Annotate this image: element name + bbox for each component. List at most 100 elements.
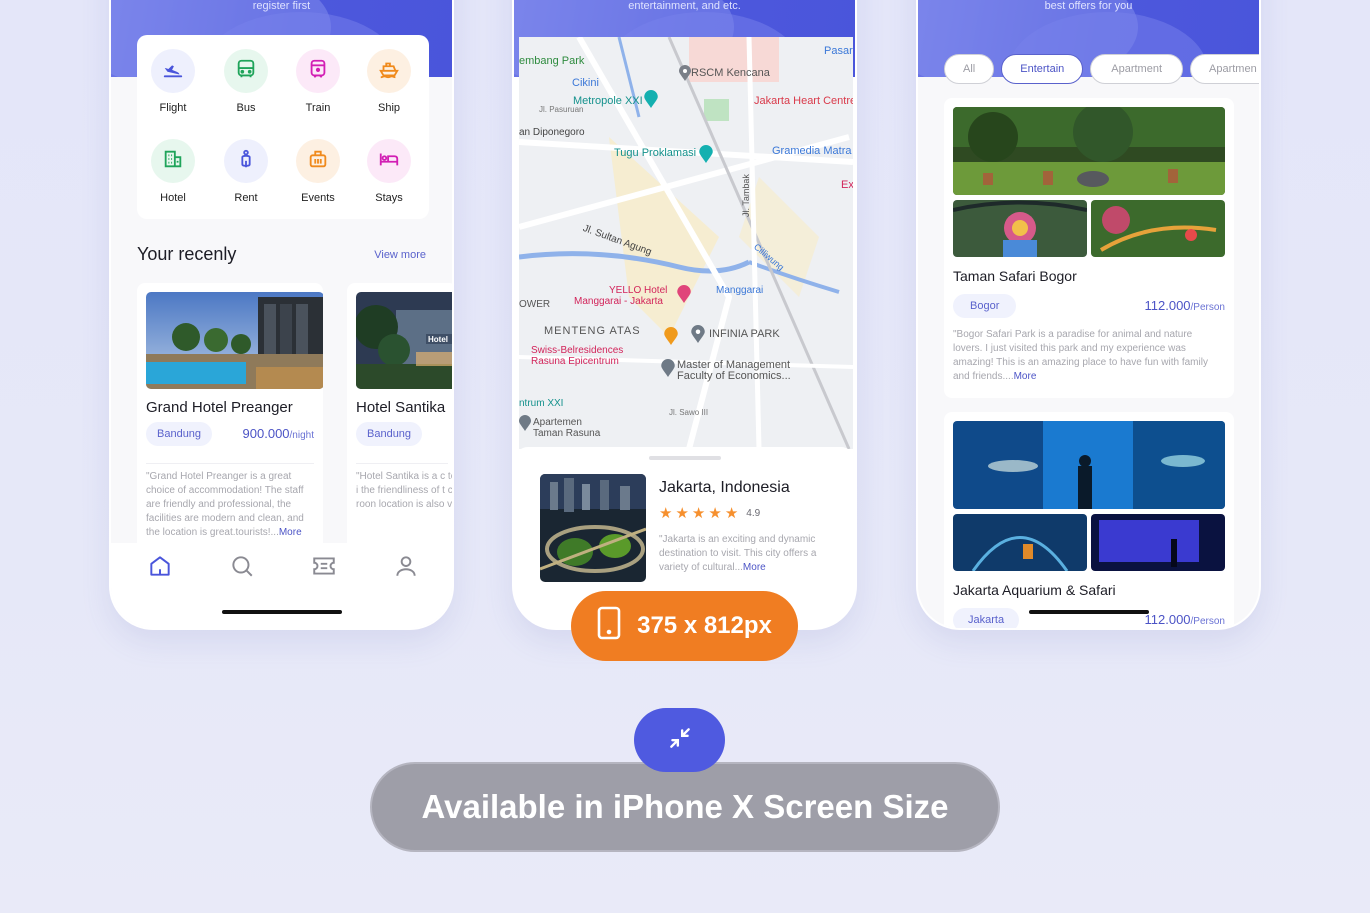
more-link[interactable]: More [1014,371,1037,382]
phone-icon [597,606,621,647]
price-unit: /Person [1190,302,1225,313]
phone-home-screen: register first Flight Bus Train Ship Hot… [109,0,454,630]
compress-button[interactable] [634,708,725,772]
search-icon[interactable] [229,553,255,579]
offer-photo [953,200,1087,257]
map-label: Pasar [824,45,853,57]
place-photo [540,474,646,582]
price-unit: /night [289,430,314,441]
hotel-card[interactable]: Grand Hotel Preanger Bandung 900.000/nig… [137,283,323,553]
view-more-link[interactable]: View more [374,249,426,261]
map-label: Jakarta Heart Centre [754,95,853,107]
home-indicator [1028,610,1149,614]
map-view[interactable]: Pasar embang Park RSCM Kencana Cikini Me… [519,37,853,449]
home-icon[interactable] [147,553,173,579]
landmark-pin-icon[interactable] [699,145,713,168]
hotel-photo [146,292,323,389]
filter-tabs: All Entertain Apartment Apartmen [944,54,1259,84]
sheet-handle[interactable] [648,456,721,460]
map-label: Tugu Proklamasi [614,147,697,159]
availability-banner: Available in iPhone X Screen Size [370,762,1000,852]
star-icon: ★ [659,505,673,522]
more-link[interactable]: More [279,527,302,538]
map-label: INFINIA PARK [709,328,780,340]
map-label: Jl. Sawo III [669,408,709,417]
price: 112.000/Person [1145,298,1226,313]
rating: ★ ★ ★ ★ ★ 4.9 [659,506,760,521]
hotel-card[interactable]: Hotel Hotel Santika Bandung "Hotel Santi… [347,283,453,553]
category-flight[interactable]: Flight [143,49,203,114]
more-link[interactable]: More [743,562,766,573]
map-label: Faculty of Economics... [677,370,791,382]
map-label: Cikini [572,77,599,89]
map-pin-icon[interactable] [519,415,531,436]
category-hotel[interactable]: Hotel [143,139,203,204]
map-label: MENTENG ATAS [544,325,641,337]
category-events[interactable]: Events [288,139,348,204]
map-label: Manggarai - Jakarta [574,296,663,307]
tab-entertain[interactable]: Entertain [1001,54,1084,84]
header-text: register first [252,0,311,12]
map-pin-icon[interactable] [691,325,705,348]
flight-icon [162,58,184,85]
tab-apartment[interactable]: Apartment [1090,54,1184,84]
map-label: Ex [841,179,853,191]
bottom-nav [111,543,452,628]
star-icon: ★ [691,505,706,522]
school-pin-icon[interactable] [661,359,675,382]
map-pin-icon[interactable] [679,65,691,86]
category-stays[interactable]: Stays [359,139,419,204]
compress-icon [667,725,693,756]
suitcase-icon [307,148,329,175]
map-label: an Diponegoro [519,127,585,138]
category-grid: Flight Bus Train Ship Hotel Rent Events … [137,35,429,219]
category-ship[interactable]: Ship [359,49,419,114]
ticket-icon[interactable] [311,553,337,579]
map-label: ntrum XXI [519,398,564,409]
category-train[interactable]: Train [288,49,348,114]
offer-photo-main [953,421,1225,509]
availability-label: Available in iPhone X Screen Size [421,788,949,825]
profile-icon[interactable] [393,553,419,579]
restaurant-pin-icon[interactable] [664,327,678,350]
map-label: Apartemen [533,417,582,428]
category-label: Train [305,102,331,114]
star-icon: ★ [675,505,689,522]
bus-icon [235,58,257,85]
category-label: Events [301,192,335,204]
category-label: Hotel [160,192,186,204]
map-label: Swiss-Belresidences [531,345,624,356]
home-indicator [221,610,342,614]
city-chip: Jakarta [953,608,1020,628]
ship-icon [378,58,400,85]
scooter-icon [235,148,257,175]
cinema-pin-icon[interactable] [644,90,658,113]
offer-name: Taman Safari Bogor [953,268,1077,284]
category-label: Bus [236,102,256,114]
map-label: Manggarai [716,285,764,296]
screen-size-badge: 375 x 812px [571,591,798,661]
place-description: "Jakarta is an exciting and dynamic dest… [659,533,837,575]
city-chip: Bandung [356,422,423,446]
price-value: 900.000 [242,426,290,441]
tab-apartment-2[interactable]: Apartmen [1190,54,1259,84]
hotel-pin-icon[interactable] [677,285,691,308]
header-text: entertainment, and etc. [628,0,741,12]
tab-all[interactable]: All [944,54,995,84]
offer-card[interactable]: Taman Safari Bogor Bogor 112.000/Person … [944,98,1234,398]
category-label: Flight [159,102,187,114]
map-label: Jl. Tambak [741,174,751,217]
offer-photo [953,514,1087,571]
map-label: Gramedia Matra [772,145,852,157]
offer-photo [1091,514,1225,571]
hotel-name: Hotel Santika [356,399,446,416]
category-bus[interactable]: Bus [216,49,276,114]
place-name: Jakarta, Indonesia [659,479,790,496]
hotel-review: "Hotel Santika is a c to stay! I was ver… [356,471,453,510]
rating-value: 4.9 [746,508,761,519]
offer-card[interactable]: Jakarta Aquarium & Safari Jakarta 112.00… [944,412,1234,628]
category-rent[interactable]: Rent [216,139,276,204]
map-label: OWER [519,299,551,310]
map-label: Jl. Pasuruan [539,105,584,114]
hotel-review: "Grand Hotel Preanger is a great choice … [146,470,318,540]
